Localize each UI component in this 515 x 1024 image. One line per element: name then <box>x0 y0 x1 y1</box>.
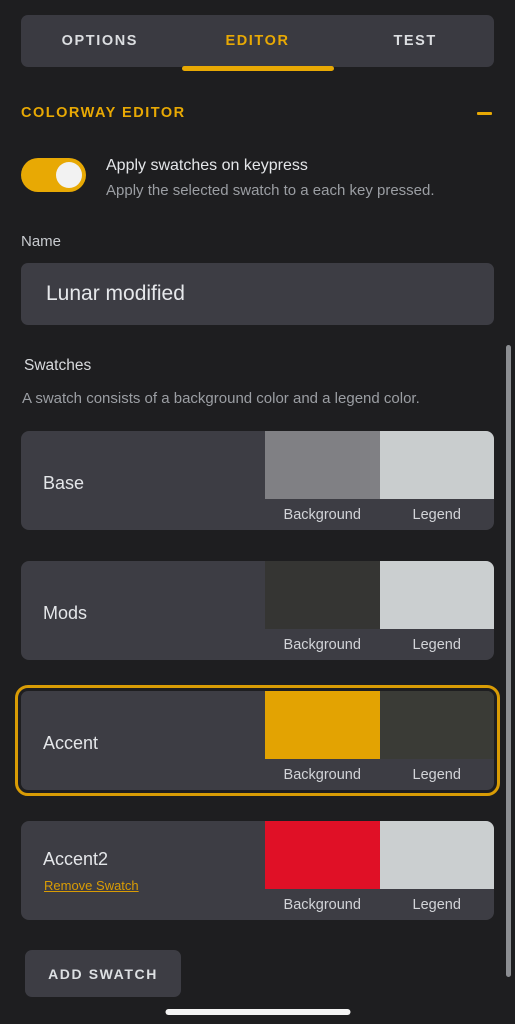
legend-label: Legend <box>412 636 461 653</box>
page-title: COLORWAY EDITOR <box>21 105 186 121</box>
swatch-color-chips <box>265 561 494 629</box>
tab-options[interactable]: OPTIONS <box>21 15 179 67</box>
swatches-heading: Swatches <box>24 357 92 374</box>
swatch-name: Mods <box>43 603 88 623</box>
tab-editor-label: EDITOR <box>225 33 290 49</box>
swatch-row-base[interactable]: Base Background Legend <box>21 431 494 530</box>
swatch-row-accent2[interactable]: Accent2 Remove Swatch Background Legend <box>21 821 494 920</box>
swatch-row-mods[interactable]: Mods Background Legend <box>21 561 494 660</box>
swatch-chip-labels: Background Legend <box>265 759 494 790</box>
name-input[interactable] <box>21 263 494 325</box>
section-header: COLORWAY EDITOR <box>21 100 494 126</box>
tab-active-underline <box>181 66 334 71</box>
background-color-chip[interactable] <box>265 561 380 629</box>
swatch-chip-labels: Background Legend <box>265 629 494 660</box>
swatch-name: Base <box>43 473 85 493</box>
legend-label: Legend <box>412 506 461 523</box>
background-color-chip[interactable] <box>265 821 380 889</box>
swatch-name: Accent2 <box>43 849 109 869</box>
toggle-label: Apply swatches on keypress <box>106 157 308 174</box>
name-field-label: Name <box>21 233 62 250</box>
apply-swatches-row: Apply swatches on keypress Apply the sel… <box>21 152 494 204</box>
legend-color-chip[interactable] <box>379 821 494 889</box>
legend-color-chip[interactable] <box>379 561 494 629</box>
swatch-chip-labels: Background Legend <box>265 889 494 920</box>
toggle-knob <box>56 162 82 188</box>
background-label: Background <box>283 896 361 913</box>
background-label: Background <box>283 506 361 523</box>
background-color-chip[interactable] <box>265 431 380 499</box>
background-color-chip[interactable] <box>265 691 380 759</box>
home-indicator <box>165 1009 350 1015</box>
swatch-chip-labels: Background Legend <box>265 499 494 530</box>
tab-options-label: OPTIONS <box>61 33 139 49</box>
background-label: Background <box>283 636 361 653</box>
swatch-row-accent[interactable]: Accent Background Legend <box>15 685 500 796</box>
legend-label: Legend <box>412 766 461 783</box>
tab-editor[interactable]: EDITOR <box>179 15 337 71</box>
toggle-description: Apply the selected swatch to a each key … <box>106 182 435 199</box>
toggle-text-group: Apply swatches on keypress Apply the sel… <box>106 152 435 204</box>
tab-bar: OPTIONS EDITOR TEST <box>21 15 494 71</box>
tab-test-label: TEST <box>393 33 437 49</box>
swatch-list: Base Background Legend Mods Background L… <box>15 431 500 951</box>
swatch-color-chips <box>265 821 494 889</box>
minus-icon[interactable] <box>474 103 494 123</box>
swatch-color-chips <box>265 431 494 499</box>
remove-swatch-link[interactable]: Remove Swatch <box>44 878 139 893</box>
legend-color-chip[interactable] <box>379 691 494 759</box>
legend-color-chip[interactable] <box>379 431 494 499</box>
apply-swatches-toggle[interactable] <box>21 158 86 192</box>
scrollbar-thumb[interactable] <box>506 345 511 977</box>
swatches-description: A swatch consists of a background color … <box>22 390 420 407</box>
tab-test[interactable]: TEST <box>336 15 494 67</box>
swatch-color-chips <box>265 691 494 759</box>
swatch-name: Accent <box>43 733 99 753</box>
add-swatch-button[interactable]: ADD SWATCH <box>25 950 181 997</box>
scrollbar-track[interactable] <box>506 345 511 977</box>
background-label: Background <box>283 766 361 783</box>
legend-label: Legend <box>412 896 461 913</box>
